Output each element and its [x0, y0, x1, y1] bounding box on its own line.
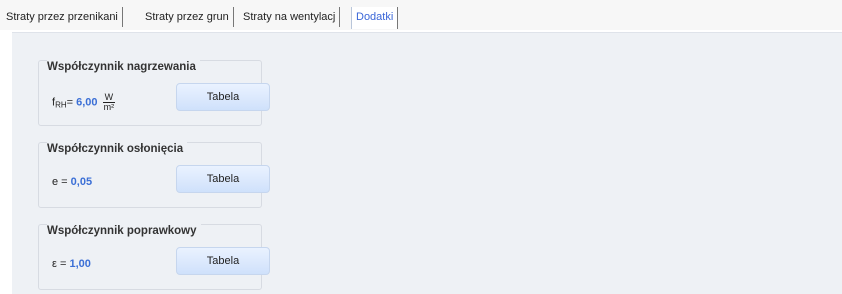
heating-factor-value: 6,00 — [76, 96, 98, 109]
group-title: Współczynnik poprawkowy — [47, 224, 201, 238]
equals-sign: = — [56, 258, 67, 270]
subscript: RH — [55, 100, 67, 110]
group-wspolczynnik-nagrzewania: Współczynnik nagrzewania fRH= 6,00 W m² … — [38, 60, 270, 126]
tabela-button[interactable]: Tabela — [176, 247, 270, 275]
correction-factor-line: ε = 1,00 — [52, 257, 91, 271]
shielding-factor-value: 0,05 — [70, 176, 93, 188]
tab-straty-przez-przenikanie[interactable]: Straty przez przenikani — [2, 7, 123, 27]
group-title: Współczynnik nagrzewania — [47, 60, 200, 74]
unit-fraction: W m² — [102, 93, 116, 112]
heating-factor-line: fRH= 6,00 W m² — [52, 93, 116, 112]
tabela-button[interactable]: Tabela — [176, 165, 270, 193]
tab-dodatki[interactable]: Dodatki — [351, 7, 399, 29]
tabela-button[interactable]: Tabela — [176, 83, 270, 111]
group-title: Współczynnik osłonięcia — [47, 142, 188, 156]
tab-bar: Straty przez przenikani Straty przez gru… — [0, 0, 842, 30]
correction-factor-value: 1,00 — [69, 258, 91, 270]
tab-straty-na-wentylacje[interactable]: Straty na wentylacj — [239, 7, 341, 27]
group-wspolczynnik-oslonieca: Współczynnik osłonięcia e = 0,05 Tabela — [38, 142, 270, 208]
unit-denominator: m² — [103, 102, 115, 112]
tab-content-panel: Współczynnik nagrzewania fRH= 6,00 W m² … — [12, 32, 842, 294]
shielding-factor-line: e = 0,05 — [52, 175, 92, 189]
group-wspolczynnik-poprawkowy: Współczynnik poprawkowy ε = 1,00 Tabela — [38, 224, 270, 290]
tab-straty-przez-grunt[interactable]: Straty przez grun — [141, 7, 234, 27]
equals-sign: = — [66, 96, 74, 109]
equals-sign: = — [58, 176, 68, 188]
